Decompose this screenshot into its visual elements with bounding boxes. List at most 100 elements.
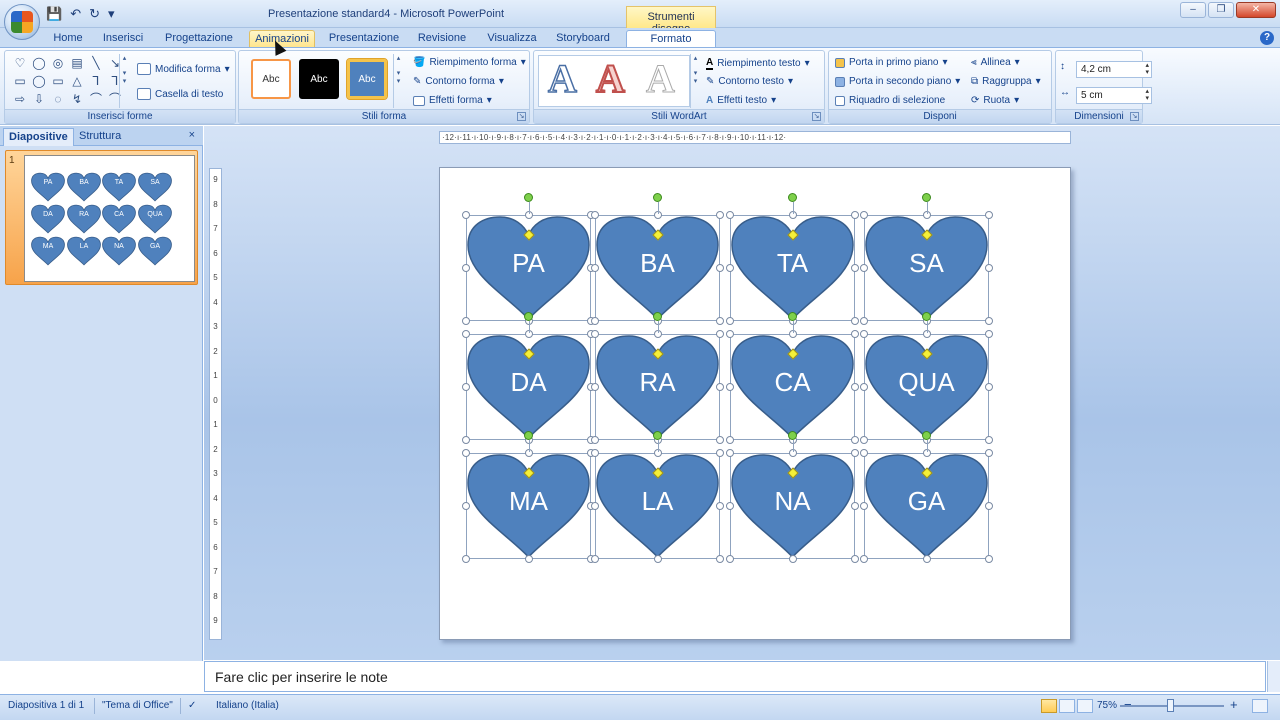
resize-handle[interactable]: [726, 383, 734, 391]
resize-handle[interactable]: [462, 502, 470, 510]
rotation-handle[interactable]: [653, 193, 662, 202]
shape-option-13[interactable]: ⇩: [30, 92, 48, 108]
stili-forma-launcher-icon[interactable]: ↘: [517, 112, 526, 121]
resize-handle[interactable]: [985, 330, 993, 338]
resize-handle[interactable]: [462, 436, 470, 444]
fit-to-window-button[interactable]: [1252, 699, 1268, 713]
resize-handle[interactable]: [462, 330, 470, 338]
resize-handle[interactable]: [716, 436, 724, 444]
resize-handle[interactable]: [860, 264, 868, 272]
shape-style-preset-1[interactable]: Abc: [251, 59, 291, 99]
shape-option-16[interactable]: ⌒: [87, 92, 105, 108]
resize-handle[interactable]: [462, 449, 470, 457]
resize-handle[interactable]: [462, 264, 470, 272]
resize-handle[interactable]: [716, 317, 724, 325]
width-spinner[interactable]: ▴ ▾: [1145, 88, 1149, 102]
porta-secondo-piano-button[interactable]: Porta in secondo piano ▾: [835, 76, 960, 87]
notes-pane[interactable]: Fare clic per inserire le note: [204, 661, 1266, 692]
shape-option-6[interactable]: ▭: [11, 74, 29, 90]
shape-option-10[interactable]: ⅂: [87, 74, 105, 90]
shape-option-12[interactable]: ⇨: [11, 92, 29, 108]
wordart-gallery-scroll[interactable]: ▴ ▾ ▾: [690, 54, 700, 108]
effetti-forma-button[interactable]: Effetti forma ▾: [413, 95, 492, 106]
resize-handle[interactable]: [985, 502, 993, 510]
resize-handle[interactable]: [860, 449, 868, 457]
shape-option-14[interactable]: ◌: [49, 92, 67, 108]
resize-handle[interactable]: [716, 502, 724, 510]
heart-shape[interactable]: MA: [462, 431, 595, 563]
resize-handle[interactable]: [524, 555, 533, 563]
resize-handle[interactable]: [716, 383, 724, 391]
shape-option-0[interactable]: ♡: [11, 56, 29, 72]
resize-handle[interactable]: [726, 502, 734, 510]
view-slideshow-button[interactable]: [1077, 699, 1093, 713]
slide-thumbnail[interactable]: PA BA TA SA DA RA CA QUA MA LA NA GA: [24, 155, 195, 282]
rotation-handle[interactable]: [922, 312, 931, 321]
resize-handle[interactable]: [860, 383, 868, 391]
resize-handle[interactable]: [860, 330, 868, 338]
dimensioni-launcher-icon[interactable]: ↘: [1130, 112, 1139, 121]
resize-handle[interactable]: [851, 555, 859, 563]
notes-scrollbar[interactable]: [1267, 661, 1280, 692]
rotation-handle[interactable]: [788, 193, 797, 202]
heart-shape[interactable]: PA: [462, 193, 595, 325]
shape-option-3[interactable]: ▤: [68, 56, 86, 72]
rotation-handle[interactable]: [922, 193, 931, 202]
tab-presentazione[interactable]: Presentazione: [326, 30, 402, 48]
resize-handle[interactable]: [462, 317, 470, 325]
casella-testo-button[interactable]: Casella di testo: [137, 88, 223, 100]
resize-handle[interactable]: [985, 555, 993, 563]
resize-handle[interactable]: [851, 211, 859, 219]
resize-handle[interactable]: [716, 555, 724, 563]
rotation-handle[interactable]: [788, 431, 797, 440]
resize-handle[interactable]: [726, 317, 734, 325]
shape-style-gallery-scroll[interactable]: ▴ ▾ ▾: [393, 54, 403, 108]
heart-shape[interactable]: NA: [726, 431, 859, 563]
resize-handle[interactable]: [851, 502, 859, 510]
tab-visualizza[interactable]: Visualizza: [484, 30, 540, 48]
rotation-handle[interactable]: [524, 431, 533, 440]
resize-handle[interactable]: [922, 555, 931, 563]
wordart-preset-3[interactable]: A: [646, 56, 676, 101]
height-spinner[interactable]: ▴ ▾: [1145, 62, 1149, 76]
pane-close-icon[interactable]: ×: [189, 129, 195, 141]
resize-handle[interactable]: [462, 555, 470, 563]
tab-revisione[interactable]: Revisione: [414, 30, 470, 48]
slide-canvas[interactable]: PA BA TA SA DA RA CA QUA MA LA NA GA: [439, 167, 1071, 640]
resize-handle[interactable]: [591, 436, 599, 444]
riquadro-selezione-button[interactable]: Riquadro di selezione: [835, 95, 945, 106]
resize-handle[interactable]: [860, 555, 868, 563]
heart-shape[interactable]: BA: [591, 193, 724, 325]
resize-handle[interactable]: [985, 383, 993, 391]
resize-handle[interactable]: [726, 436, 734, 444]
resize-handle[interactable]: [716, 211, 724, 219]
heart-shape[interactable]: GA: [860, 431, 993, 563]
contorno-testo-button[interactable]: ✎ Contorno testo ▾: [706, 76, 793, 87]
resize-handle[interactable]: [591, 211, 599, 219]
heart-shape[interactable]: LA: [591, 431, 724, 563]
resize-handle[interactable]: [726, 330, 734, 338]
raggruppa-button[interactable]: ⧉ Raggruppa ▾: [971, 76, 1041, 87]
rotation-handle[interactable]: [653, 431, 662, 440]
tab-struttura[interactable]: Struttura: [74, 128, 126, 146]
resize-handle[interactable]: [985, 264, 993, 272]
contorno-forma-button[interactable]: ✎ Contorno forma ▾: [413, 76, 504, 87]
ruota-button[interactable]: ⟳ Ruota ▾: [971, 95, 1019, 106]
slide-thumbnail-selected[interactable]: 1 PA BA TA SA DA RA CA QUA MA LA NA GA: [5, 150, 198, 285]
resize-handle[interactable]: [985, 211, 993, 219]
resize-handle[interactable]: [788, 555, 797, 563]
shape-style-preset-2[interactable]: Abc: [299, 59, 339, 99]
tab-storyboard[interactable]: Storyboard: [552, 30, 614, 48]
resize-handle[interactable]: [985, 449, 993, 457]
resize-handle[interactable]: [860, 211, 868, 219]
shape-gallery[interactable]: ♡ ◯ ◎ ▤ ╲ ↘ ▭ ◯ ▭ △ ⅂ ⅂ ⇨ ⇩ ◌ ↯ ⌒ ⌒: [11, 56, 131, 108]
qat-more-icon[interactable]: ▾: [108, 6, 115, 22]
zoom-level[interactable]: 75%: [1097, 700, 1117, 711]
shape-option-2[interactable]: ◎: [49, 56, 67, 72]
resize-handle[interactable]: [726, 211, 734, 219]
view-sorter-button[interactable]: [1059, 699, 1075, 713]
minimize-button[interactable]: –: [1180, 2, 1206, 18]
wordart-preset-1[interactable]: A: [547, 56, 577, 102]
modifica-forma-button[interactable]: Modifica forma ▾: [137, 63, 230, 75]
allinea-button[interactable]: ⫷ Allinea ▾: [971, 57, 1020, 68]
